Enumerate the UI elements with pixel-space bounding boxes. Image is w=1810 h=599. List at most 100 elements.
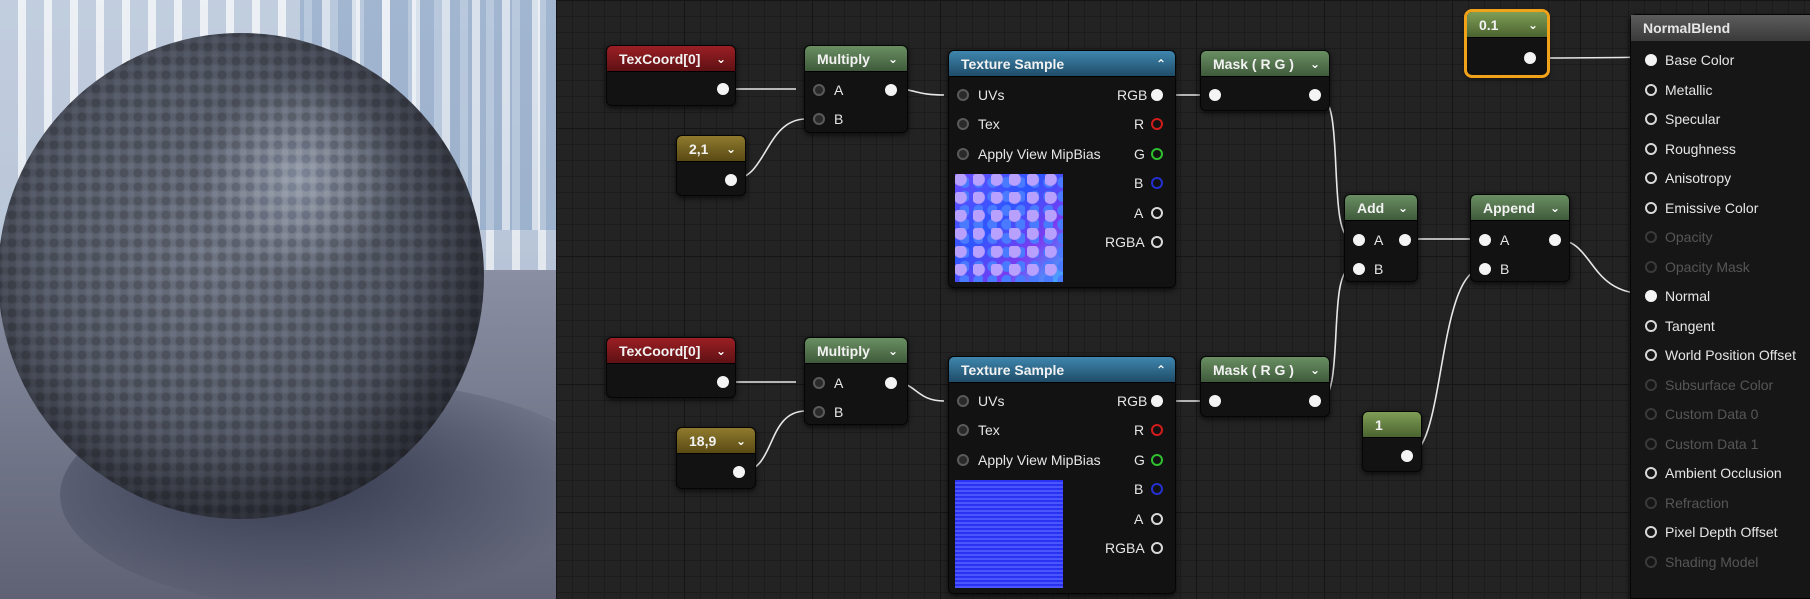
input-pin[interactable]: [1645, 142, 1657, 155]
node-header[interactable]: Append ⌄: [1471, 195, 1569, 221]
output-pin[interactable]: [717, 376, 729, 388]
node-header[interactable]: Add ⌄: [1345, 195, 1417, 221]
texture-thumbnail[interactable]: [955, 174, 1063, 282]
node-header[interactable]: Multiply ⌄: [805, 46, 907, 72]
material-graph-canvas[interactable]: TexCoord[0] ⌄ 2,1 ⌄ Multiply ⌄ A B Texture …: [556, 0, 1810, 599]
output-pin-a[interactable]: [1151, 513, 1163, 525]
chevron-down-icon[interactable]: ⌄: [1310, 357, 1320, 383]
output-pin[interactable]: [1309, 89, 1321, 101]
node-header[interactable]: TexCoord[0] ⌄: [607, 46, 735, 72]
chevron-down-icon[interactable]: ⌄: [716, 338, 726, 364]
add-node[interactable]: Add ⌄ A B: [1344, 194, 1418, 282]
output-pin-r[interactable]: [1151, 424, 1163, 436]
chevron-down-icon[interactable]: ⌄: [726, 136, 736, 162]
input-pin-uvs[interactable]: [957, 395, 969, 407]
constant2vector-node[interactable]: 18,9 ⌄: [676, 427, 756, 489]
input-pin-a[interactable]: [1353, 234, 1365, 246]
output-pin[interactable]: [885, 84, 897, 96]
output-pin-r[interactable]: [1151, 118, 1163, 130]
node-header[interactable]: Mask ( R G ) ⌄: [1201, 51, 1329, 77]
input-pin[interactable]: [1645, 260, 1657, 273]
texture-sample-node[interactable]: Texture Sample ⌃ UVs Tex Apply View MipBi…: [948, 50, 1176, 288]
chevron-down-icon[interactable]: ⌄: [888, 46, 898, 72]
input-pin[interactable]: [1645, 319, 1657, 332]
multiply-node[interactable]: Multiply ⌄ A B: [804, 45, 908, 133]
node-header[interactable]: TexCoord[0] ⌄: [607, 338, 735, 364]
output-pin-g[interactable]: [1151, 148, 1163, 160]
output-pin[interactable]: [725, 174, 737, 186]
output-pin[interactable]: [1401, 450, 1413, 462]
output-pin-g[interactable]: [1151, 454, 1163, 466]
input-pin-a[interactable]: [813, 84, 825, 96]
input-pin[interactable]: [1645, 555, 1657, 568]
input-pin[interactable]: [1645, 526, 1657, 538]
append-node[interactable]: Append ⌄ A B: [1470, 194, 1570, 282]
input-pin-b[interactable]: [1479, 263, 1491, 275]
input-pin-b[interactable]: [1353, 263, 1365, 275]
scalar-parameter-node[interactable]: 0.1 ⌄: [1464, 9, 1550, 78]
output-pin-rgba[interactable]: [1151, 236, 1163, 248]
output-pin[interactable]: [885, 377, 897, 389]
input-pin[interactable]: [1645, 113, 1657, 125]
input-pin[interactable]: [1645, 437, 1657, 450]
chevron-down-icon[interactable]: ⌄: [716, 46, 726, 72]
mask-node[interactable]: Mask ( R G ) ⌄: [1200, 50, 1330, 111]
texture-sample-node[interactable]: Texture Sample ⌃ UVs Tex Apply View MipBi…: [948, 356, 1176, 594]
output-pin-b[interactable]: [1151, 483, 1163, 495]
input-pin-tex[interactable]: [957, 118, 969, 130]
input-pin[interactable]: [1645, 290, 1657, 302]
input-pin[interactable]: [1645, 54, 1657, 66]
output-pin[interactable]: [1524, 52, 1536, 64]
node-header[interactable]: 0.1 ⌄: [1467, 12, 1547, 38]
input-pin[interactable]: [1209, 395, 1221, 407]
chevron-down-icon[interactable]: ⌄: [1550, 195, 1560, 221]
input-pin[interactable]: [1645, 496, 1657, 509]
input-pin[interactable]: [1645, 467, 1657, 479]
output-pin[interactable]: [1549, 234, 1561, 246]
input-pin-uvs[interactable]: [957, 89, 969, 101]
chevron-up-icon[interactable]: ⌃: [1156, 357, 1166, 383]
node-header[interactable]: 18,9 ⌄: [677, 428, 755, 454]
multiply-node[interactable]: Multiply ⌄ A B: [804, 337, 908, 425]
output-pin[interactable]: [733, 466, 745, 478]
input-pin-mipbias[interactable]: [957, 454, 969, 466]
constant2vector-node[interactable]: 2,1 ⌄: [676, 135, 746, 196]
node-header[interactable]: Mask ( R G ) ⌄: [1201, 357, 1329, 383]
chevron-down-icon[interactable]: ⌄: [736, 428, 746, 454]
material-result-node[interactable]: NormalBlend Base Color Metallic Specular Ro…: [1630, 14, 1810, 599]
chevron-down-icon[interactable]: ⌄: [1528, 12, 1538, 38]
output-pin-rgba[interactable]: [1151, 542, 1163, 554]
output-pin-b[interactable]: [1151, 177, 1163, 189]
node-header[interactable]: NormalBlend: [1631, 15, 1810, 41]
output-pin-a[interactable]: [1151, 207, 1163, 219]
input-pin[interactable]: [1645, 349, 1657, 361]
chevron-down-icon[interactable]: ⌄: [1310, 51, 1320, 77]
input-pin[interactable]: [1645, 83, 1657, 96]
input-pin-a[interactable]: [813, 377, 825, 389]
chevron-down-icon[interactable]: ⌄: [888, 338, 898, 364]
chevron-down-icon[interactable]: ⌄: [1398, 195, 1408, 221]
input-pin[interactable]: [1645, 172, 1657, 184]
output-pin-rgb[interactable]: [1151, 395, 1163, 407]
input-pin[interactable]: [1645, 231, 1657, 243]
texture-thumbnail[interactable]: [955, 480, 1063, 588]
texcoord-node[interactable]: TexCoord[0] ⌄: [606, 337, 736, 398]
input-pin-b[interactable]: [813, 406, 825, 418]
material-preview-viewport[interactable]: [0, 0, 556, 599]
mask-node[interactable]: Mask ( R G ) ⌄: [1200, 356, 1330, 417]
node-header[interactable]: 1: [1363, 412, 1421, 438]
input-pin[interactable]: [1645, 378, 1657, 391]
node-header[interactable]: Multiply ⌄: [805, 338, 907, 364]
node-header[interactable]: Texture Sample ⌃: [949, 51, 1175, 77]
output-pin[interactable]: [717, 83, 729, 95]
input-pin[interactable]: [1645, 408, 1657, 420]
input-pin[interactable]: [1209, 89, 1221, 101]
input-pin-mipbias[interactable]: [957, 148, 969, 160]
constant-node[interactable]: 1: [1362, 411, 1422, 472]
input-pin-tex[interactable]: [957, 424, 969, 436]
chevron-up-icon[interactable]: ⌃: [1156, 51, 1166, 77]
node-header[interactable]: Texture Sample ⌃: [949, 357, 1175, 383]
input-pin-b[interactable]: [813, 113, 825, 125]
output-pin-rgb[interactable]: [1151, 89, 1163, 101]
output-pin[interactable]: [1309, 395, 1321, 407]
